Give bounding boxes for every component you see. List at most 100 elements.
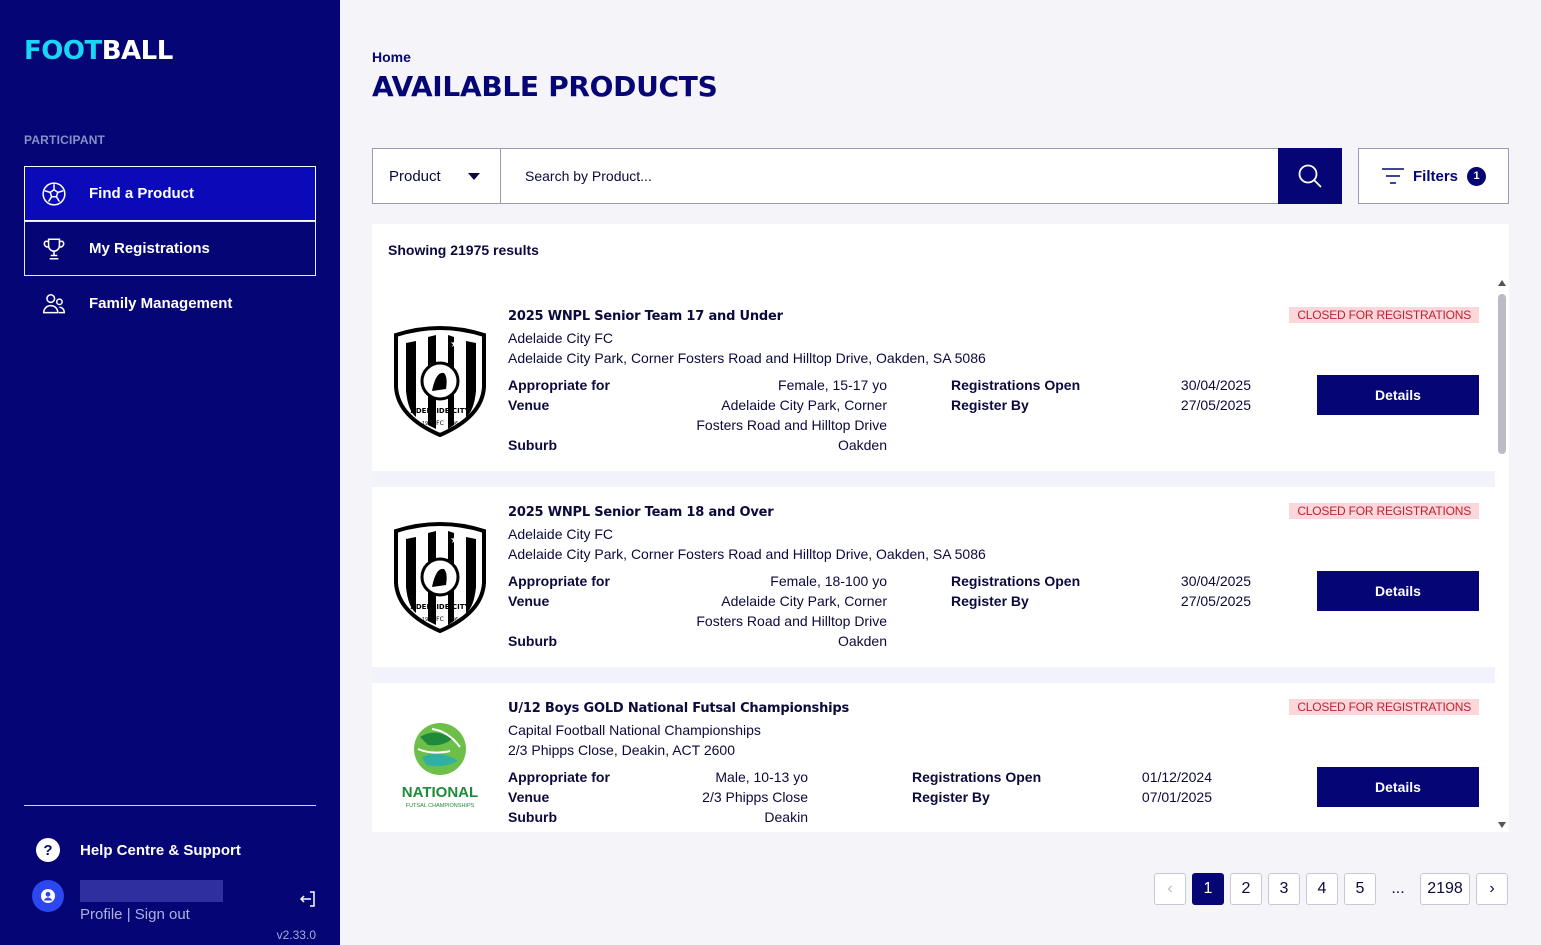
logo-text: NATIONAL xyxy=(402,784,478,801)
product-club: Capital Football National Championships xyxy=(508,722,761,738)
venue-value: Adelaide City Park, Corner xyxy=(721,397,887,413)
product-address: Adelaide City Park, Corner Fosters Road … xyxy=(508,546,986,562)
pagination-page-4[interactable]: 4 xyxy=(1306,873,1338,905)
appropriate-for-label: Appropriate for xyxy=(508,377,610,393)
pagination-prev-button[interactable]: ‹ xyxy=(1154,873,1186,905)
pagination-page-3[interactable]: 3 xyxy=(1268,873,1300,905)
registrations-open-label: Registrations Open xyxy=(951,377,1081,393)
product-address: 2/3 Phipps Close, Deakin, ACT 2600 xyxy=(508,742,735,758)
venue-value: 2/3 Phipps Close xyxy=(702,789,808,805)
registrations-open-value: 30/04/2025 xyxy=(1180,573,1251,589)
results-scrollbar[interactable] xyxy=(1497,280,1507,832)
suburb-value: Oakden xyxy=(837,633,887,649)
crest-year-right: 46 xyxy=(452,617,458,623)
crest-fc: FC xyxy=(436,616,444,623)
filters-button[interactable]: Filters 1 xyxy=(1358,148,1509,204)
status-badge: CLOSED FOR REGISTRATIONS xyxy=(1289,307,1479,323)
product-list[interactable]: ★ ★ ADELAIDE CITY FC 19 46 2025 WNPL Sen… xyxy=(372,291,1495,832)
register-by-label: Register By xyxy=(951,593,1029,609)
help-centre-link[interactable]: ? Help Centre & Support xyxy=(36,838,241,862)
app-logo[interactable]: FOOTBALL xyxy=(24,36,173,66)
registrations-open-label: Registrations Open xyxy=(951,573,1081,589)
venue-label: Venue xyxy=(508,397,550,413)
filters-label: Filters xyxy=(1412,167,1458,185)
suburb-value: Oakden xyxy=(837,437,887,453)
results-count: Showing 21975 results xyxy=(388,242,539,258)
details-button[interactable]: Details xyxy=(1317,767,1479,807)
details-button[interactable]: Details xyxy=(1317,375,1479,415)
sidebar-nav: Find a Product My Registrations Family M… xyxy=(24,166,316,331)
crest-text: ADELAIDE CITY xyxy=(410,603,470,611)
appropriate-for-value: Female, 18-100 yo xyxy=(770,573,887,589)
link-separator: | xyxy=(126,906,131,923)
crest-star: ★ xyxy=(450,339,459,350)
scrollbar-thumb[interactable] xyxy=(1498,294,1506,454)
help-icon: ? xyxy=(36,838,60,862)
logo-part-2: BALL xyxy=(101,36,174,66)
details-button[interactable]: Details xyxy=(1317,571,1479,611)
suburb-label: Suburb xyxy=(508,437,557,453)
soccer-ball-icon xyxy=(41,181,67,207)
user-links: Profile | Sign out xyxy=(80,906,190,923)
chevron-down-icon xyxy=(468,172,480,180)
product-card: ★ ★ ADELAIDE CITY FC 19 46 2025 WNPL Sen… xyxy=(372,291,1495,471)
status-badge: CLOSED FOR REGISTRATIONS xyxy=(1289,699,1479,715)
pagination-page-2[interactable]: 2 xyxy=(1230,873,1262,905)
results-panel: Showing 21975 results ★ ★ ADELAIDE CITY … xyxy=(372,224,1509,832)
logo-part-1: FOOT xyxy=(24,36,102,66)
help-label: Help Centre & Support xyxy=(80,841,241,859)
pagination-ellipsis: ... xyxy=(1391,880,1405,897)
pagination-page-5[interactable]: 5 xyxy=(1344,873,1376,905)
registrations-open-value: 30/04/2025 xyxy=(1180,377,1251,393)
crest-star: ★ xyxy=(450,535,459,546)
sidebar-item-family-management[interactable]: Family Management xyxy=(24,276,316,331)
logout-icon[interactable] xyxy=(298,889,318,909)
venue-value-line-2: Fosters Road and Hilltop Drive xyxy=(696,417,887,433)
product-card: ★ ★ ADELAIDE CITY FC 19 46 2025 WNPL Sen… xyxy=(372,487,1495,667)
venue-value: Adelaide City Park, Corner xyxy=(721,593,887,609)
crest-fc: FC xyxy=(436,420,444,427)
search-icon xyxy=(1298,164,1322,188)
scroll-down-arrow[interactable] xyxy=(1498,822,1506,828)
crest-year-right: 46 xyxy=(452,421,458,427)
pagination-next-button[interactable]: › xyxy=(1476,873,1508,905)
sidebar-item-label: Family Management xyxy=(89,295,233,312)
profile-link[interactable]: Profile xyxy=(80,906,123,923)
scroll-up-arrow[interactable] xyxy=(1498,280,1506,286)
club-crest-logo: ★ ★ ADELAIDE CITY FC 19 46 xyxy=(394,522,486,633)
sidebar-section-label: PARTICIPANT xyxy=(24,133,106,147)
avatar[interactable] xyxy=(32,880,64,912)
register-by-value: 27/05/2025 xyxy=(1180,593,1251,609)
sidebar-item-label: My Registrations xyxy=(89,240,210,257)
search-button[interactable] xyxy=(1278,148,1342,204)
crest-year-left: 19 xyxy=(422,421,428,427)
search-bar: Product xyxy=(372,148,1342,204)
status-badge: CLOSED FOR REGISTRATIONS xyxy=(1289,503,1479,519)
suburb-label: Suburb xyxy=(508,809,557,825)
sidebar: FOOTBALL PARTICIPANT Find a Product My R… xyxy=(0,0,340,945)
product-address: Adelaide City Park, Corner Fosters Road … xyxy=(508,350,986,366)
filter-icon xyxy=(1381,168,1404,184)
user-name-redacted xyxy=(80,880,223,902)
sign-out-link[interactable]: Sign out xyxy=(135,906,190,923)
club-crest-logo: ★ ★ ADELAIDE CITY FC 19 46 xyxy=(394,326,486,437)
search-type-select[interactable]: Product xyxy=(373,149,501,203)
appropriate-for-value: Female, 15-17 yo xyxy=(778,377,887,393)
search-input[interactable] xyxy=(501,149,1278,203)
suburb-value: Deakin xyxy=(764,809,808,825)
breadcrumb[interactable]: Home xyxy=(372,49,411,65)
product-card: NATIONAL FUTSAL CHAMPIONSHIPS U/12 Boys … xyxy=(372,683,1495,832)
pagination: ‹ 1 2 3 4 5 ... 2198 › xyxy=(1154,873,1514,905)
register-by-value: 07/01/2025 xyxy=(1141,789,1212,805)
pagination-page-1[interactable]: 1 xyxy=(1192,873,1224,905)
sidebar-item-my-registrations[interactable]: My Registrations xyxy=(24,221,316,276)
futsal-championship-logo: NATIONAL FUTSAL CHAMPIONSHIPS xyxy=(402,723,478,809)
suburb-label: Suburb xyxy=(508,633,557,649)
main-content: Home AVAILABLE PRODUCTS Product Filters … xyxy=(340,0,1541,945)
venue-label: Venue xyxy=(508,789,550,805)
sidebar-item-find-a-product[interactable]: Find a Product xyxy=(24,166,316,221)
sidebar-item-label: Find a Product xyxy=(89,185,194,202)
appropriate-for-label: Appropriate for xyxy=(508,573,610,589)
page-title: AVAILABLE PRODUCTS xyxy=(372,70,718,103)
pagination-last-page[interactable]: 2198 xyxy=(1420,873,1470,905)
